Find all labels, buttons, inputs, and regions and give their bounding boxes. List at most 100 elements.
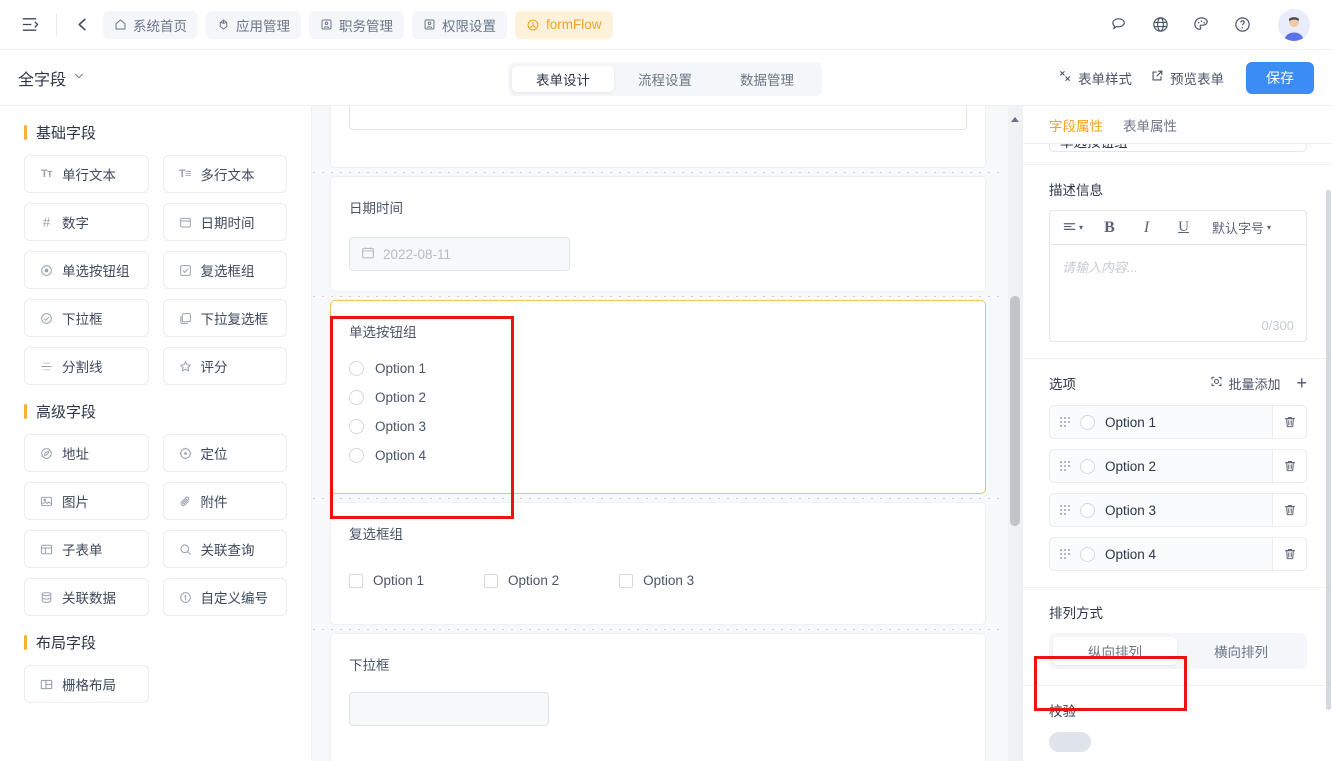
plus-icon[interactable]: + [1296,374,1307,392]
number-circle-icon [178,591,193,604]
fieldset-label: 全字段 [18,71,67,89]
drag-handle-icon[interactable] [1060,549,1070,559]
tab-field-properties[interactable]: 字段属性 [1049,115,1103,135]
properties-scrollbar-thumb[interactable] [1326,190,1331,710]
breadcrumb-item-permissions[interactable]: 权限设置 [412,10,507,39]
radio-button[interactable] [1080,458,1095,474]
option-row[interactable]: Option 2 [1049,449,1307,483]
field-item-checkbox-group[interactable]: 复选框组 [162,251,287,289]
checkbox-option[interactable]: Option 3 [619,573,694,588]
field-item-label: 定位 [200,447,228,462]
checkbox-option[interactable]: Option 1 [349,573,424,588]
field-item-location[interactable]: 定位 [162,434,287,472]
form-field-radio-group[interactable]: 单选按钮组 Option 1 Option 2 Option 3 Option … [313,296,1005,494]
trash-icon[interactable] [1272,450,1306,482]
breadcrumb-item-apps[interactable]: 应用管理 [206,10,301,39]
radio-button[interactable] [349,361,364,376]
field-item-grid-layout[interactable]: 栅格布局 [24,665,149,703]
checkbox-input[interactable] [484,573,499,588]
field-item-number[interactable]: # 数字 [24,203,149,241]
field-item-radio-group[interactable]: 单选按钮组 [24,251,149,289]
checkbox-input[interactable] [349,573,363,588]
back-button[interactable] [71,14,93,36]
field-item-address[interactable]: 地址 [24,434,149,472]
globe-icon[interactable] [1151,15,1170,34]
field-item-divider[interactable]: 分割线 [24,347,149,385]
field-item-single-line-text[interactable]: Tт 单行文本 [24,155,149,193]
radio-button[interactable] [1080,502,1095,518]
drag-handle-icon[interactable] [1060,417,1070,427]
radio-button[interactable] [1080,414,1095,430]
option-row[interactable]: Option 3 [1049,493,1307,527]
radio-label: Option 3 [375,419,427,434]
form-field-select[interactable]: 下拉框 [313,629,1005,761]
bold-button[interactable]: B [1091,214,1128,242]
save-button[interactable]: 保存 [1246,61,1314,94]
radio-button[interactable] [349,419,364,434]
avatar[interactable] [1278,8,1310,41]
underline-button[interactable]: U [1165,214,1202,242]
canvas-scrollbar-thumb[interactable] [1010,296,1020,526]
scroll-up-arrow[interactable] [1011,110,1019,122]
breadcrumb-item-formflow[interactable]: formFlow [515,10,613,39]
radio-option[interactable]: Option 2 [349,390,967,405]
field-item-subform[interactable]: 子表单 [24,530,149,568]
form-field-textarea[interactable] [330,106,986,168]
form-field-checkbox-group[interactable]: 复选框组 Option 1 Option 2 Option 3 [313,498,1005,625]
layout-vertical-button[interactable]: 纵向排列 [1053,637,1177,665]
radio-button[interactable] [349,448,364,463]
tab-form-design[interactable]: 表单设计 [512,66,614,92]
field-item-select[interactable]: 下拉框 [24,299,149,337]
textarea-input[interactable] [349,106,967,130]
checkbox-input[interactable] [619,573,634,588]
layout-horizontal-button[interactable]: 横向排列 [1179,637,1303,665]
form-field-datetime[interactable]: 日期时间 2022-08-11 [313,172,1005,292]
radio-option[interactable]: Option 1 [349,361,967,376]
radio-option[interactable]: Option 4 [349,448,967,463]
message-icon[interactable] [1110,15,1129,34]
field-item-attachment[interactable]: 附件 [162,482,287,520]
help-icon[interactable] [1233,15,1252,34]
field-item-custom-number[interactable]: 自定义编号 [162,578,287,616]
option-label: Option 1 [1105,414,1157,430]
palette-icon[interactable] [1192,15,1211,34]
option-row[interactable]: Option 1 [1049,405,1307,439]
font-size-selector[interactable]: 默认字号 ▾ [1206,218,1277,237]
trash-icon[interactable] [1272,494,1306,526]
trash-icon[interactable] [1272,538,1306,570]
drag-handle-icon[interactable] [1060,461,1070,471]
radio-button[interactable] [1080,546,1095,562]
date-input[interactable]: 2022-08-11 [349,237,570,271]
preview-form-label: 预览表单 [1170,71,1224,87]
option-row[interactable]: Option 4 [1049,537,1307,571]
field-item-rating[interactable]: 评分 [162,347,287,385]
select-input[interactable] [349,692,549,726]
trash-icon[interactable] [1272,406,1306,438]
tab-flow-settings[interactable]: 流程设置 [614,66,716,92]
preview-form-button[interactable]: 预览表单 [1150,68,1224,88]
italic-button[interactable]: I [1128,214,1165,242]
field-item-related-query[interactable]: 关联查询 [162,530,287,568]
breadcrumb-item-home[interactable]: 系统首页 [103,10,198,39]
tab-form-properties[interactable]: 表单属性 [1123,115,1177,135]
align-left-icon[interactable]: ▾ [1054,214,1091,242]
field-item-related-data[interactable]: 关联数据 [24,578,149,616]
checkbox-option[interactable]: Option 2 [484,573,559,588]
canvas-scrollbar-track[interactable] [1008,106,1022,761]
radio-option[interactable]: Option 3 [349,419,967,434]
field-item-multi-line-text[interactable]: T≡ 多行文本 [162,155,287,193]
fieldset-selector[interactable]: 全字段 [18,66,85,90]
validation-toggle[interactable] [1049,732,1091,752]
form-style-button[interactable]: 表单样式 [1058,68,1132,88]
drag-handle-icon[interactable] [1060,505,1070,515]
field-item-datetime[interactable]: 日期时间 [162,203,287,241]
sidebar-collapse-icon[interactable] [18,14,40,36]
validation-label: 校验 [1049,704,1076,719]
radio-button[interactable] [349,390,364,405]
description-textarea[interactable]: 请输入内容... 0/300 [1050,245,1306,341]
batch-add-button[interactable]: 批量添加 [1210,374,1280,393]
breadcrumb-item-positions[interactable]: 职务管理 [309,10,404,39]
field-item-image[interactable]: 图片 [24,482,149,520]
tab-data-management[interactable]: 数据管理 [716,66,818,92]
field-item-multi-select[interactable]: 下拉复选框 [162,299,287,337]
